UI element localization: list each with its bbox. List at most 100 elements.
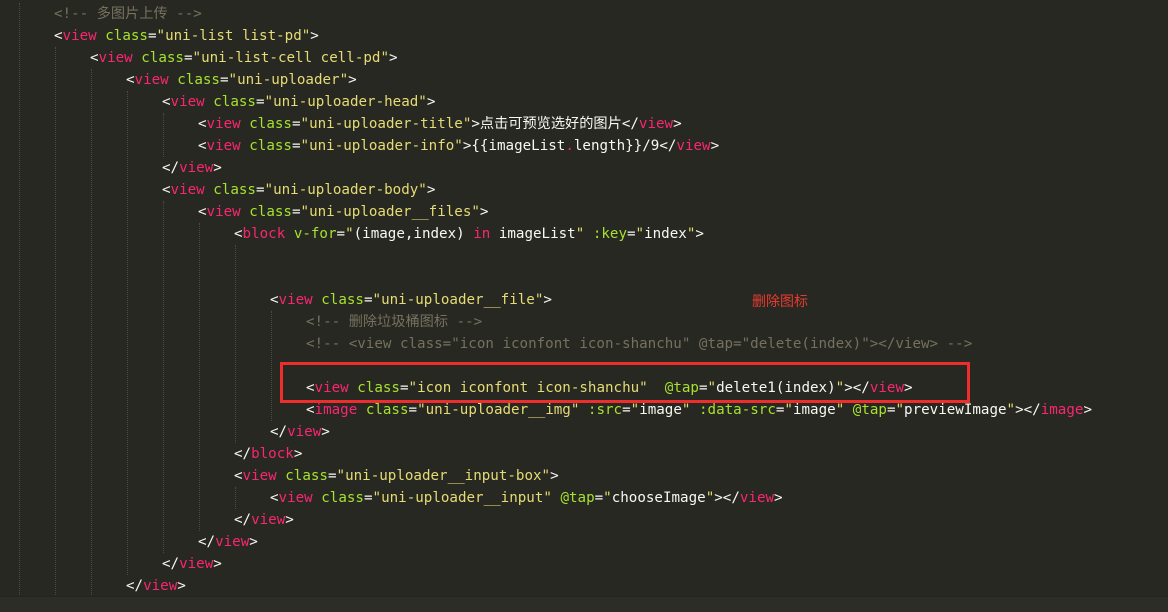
code-token: image xyxy=(1040,402,1084,418)
code-token: = xyxy=(363,292,373,308)
code-token: "uni-uploader__files" xyxy=(300,204,480,220)
code-token: > xyxy=(710,138,720,154)
editor-gutter xyxy=(0,0,18,596)
code-token: < xyxy=(198,204,207,220)
code-token: view xyxy=(215,534,250,550)
code-token: </ xyxy=(659,138,677,154)
code-token: "uni-uploader__input-box" xyxy=(336,468,551,484)
code-token: view xyxy=(278,490,313,506)
code-line[interactable]: </view> xyxy=(234,509,294,531)
code-token: "uni-uploader__img" xyxy=(417,402,580,418)
indent-guide xyxy=(19,3,20,597)
code-token: = xyxy=(291,138,301,154)
code-token: > xyxy=(249,534,258,550)
code-token: "uni-list-cell cell-pd" xyxy=(192,50,389,66)
code-token: block xyxy=(242,226,286,242)
code-token: > xyxy=(479,204,489,220)
code-line[interactable]: </view> xyxy=(270,421,330,443)
indent-guide xyxy=(55,47,56,597)
annotation-label: 删除图标 xyxy=(752,294,808,310)
code-line[interactable]: <view class="uni-list-cell cell-pd"> xyxy=(90,47,398,69)
code-line[interactable]: <!-- <view class="icon iconfont icon-sha… xyxy=(306,333,972,355)
code-token: view xyxy=(170,94,205,110)
code-token: = xyxy=(363,490,373,506)
code-token: class xyxy=(365,402,409,418)
code-line[interactable]: <view class="uni-uploader__input" @tap="… xyxy=(270,487,783,509)
code-line[interactable]: <view class="uni-uploader-head"> xyxy=(162,91,435,113)
code-token: = xyxy=(622,402,631,418)
code-token: imageList xyxy=(490,226,576,242)
code-token: > xyxy=(177,578,186,594)
code-line[interactable]: <view class="uni-uploader__input-box"> xyxy=(234,465,559,487)
code-token: view xyxy=(170,182,205,198)
code-line[interactable]: <view class="uni-uploader-title">点击可预览选好… xyxy=(198,113,682,135)
code-token: > xyxy=(550,468,559,484)
code-line[interactable]: <view class="uni-uploader__files"> xyxy=(198,201,488,223)
code-token: class xyxy=(141,50,184,66)
code-token: > xyxy=(285,512,294,528)
code-token: image xyxy=(639,402,682,418)
code-token: view xyxy=(62,28,97,44)
code-token: = xyxy=(408,402,418,418)
code-token: = xyxy=(327,468,337,484)
code-token: = xyxy=(336,226,346,242)
code-line[interactable]: </view> xyxy=(162,157,222,179)
code-token: = xyxy=(219,72,229,88)
code-token: < xyxy=(162,182,171,198)
indent-guide xyxy=(163,201,164,553)
code-token: view xyxy=(98,50,133,66)
code-token: view xyxy=(206,138,241,154)
code-token: > xyxy=(426,94,436,110)
code-editor[interactable]: <!-- 多图片上传 --> <view class="uni-list list… xyxy=(0,0,1168,612)
code-token: class xyxy=(105,28,148,44)
code-token: view xyxy=(134,72,169,88)
code-line[interactable]: </view> xyxy=(162,553,222,575)
code-line[interactable]: <view class="uni-list list-pd"> xyxy=(54,25,319,47)
code-token: image xyxy=(314,402,358,418)
code-line[interactable]: <!-- 删除垃圾桶图标 --> xyxy=(306,311,482,333)
code-token: index xyxy=(644,226,687,242)
code-line[interactable]: </block> xyxy=(234,443,302,465)
code-token: = xyxy=(627,226,636,242)
code-line[interactable]: <view class="uni-uploader-info">{{imageL… xyxy=(198,135,719,157)
code-token: class xyxy=(213,94,256,110)
code-token: < xyxy=(270,490,279,506)
code-line[interactable]: </view> xyxy=(198,531,258,553)
code-token: class xyxy=(249,116,292,132)
code-token: > xyxy=(774,490,783,506)
code-token: = xyxy=(291,204,301,220)
code-token: ></ xyxy=(1015,402,1041,418)
code-token: class xyxy=(249,138,292,154)
code-token: > xyxy=(389,50,398,66)
code-token: . xyxy=(565,138,574,154)
code-token: " xyxy=(635,226,645,242)
code-line[interactable]: <view class="uni-uploader__file"> xyxy=(270,289,552,311)
code-token: </ xyxy=(162,556,180,572)
code-line[interactable]: <view class="uni-uploader-body"> xyxy=(162,179,435,201)
code-line[interactable]: </view> xyxy=(126,575,186,597)
code-token: "uni-uploader-title" xyxy=(300,116,472,132)
code-token: < xyxy=(306,402,315,418)
code-line[interactable]: <block v-for="(image,index) in imageList… xyxy=(234,223,704,245)
code-token: view xyxy=(179,556,214,572)
code-line[interactable]: <view class="uni-uploader"> xyxy=(126,69,357,91)
code-token: in xyxy=(473,226,491,242)
code-token: view xyxy=(739,490,775,506)
code-token: class xyxy=(213,182,256,198)
code-line[interactable]: <!-- 多图片上传 --> xyxy=(54,3,202,25)
code-token: < xyxy=(54,28,63,44)
code-token: view xyxy=(206,116,241,132)
indent-guide xyxy=(235,245,236,443)
code-token: " xyxy=(1006,402,1016,418)
editor-scrollbar[interactable] xyxy=(0,596,1168,612)
code-token: "uni-uploader-body" xyxy=(264,182,427,198)
code-token: = xyxy=(291,116,301,132)
code-token: "uni-uploader" xyxy=(228,72,349,88)
code-token: = xyxy=(886,402,896,418)
code-token: class xyxy=(321,292,364,308)
